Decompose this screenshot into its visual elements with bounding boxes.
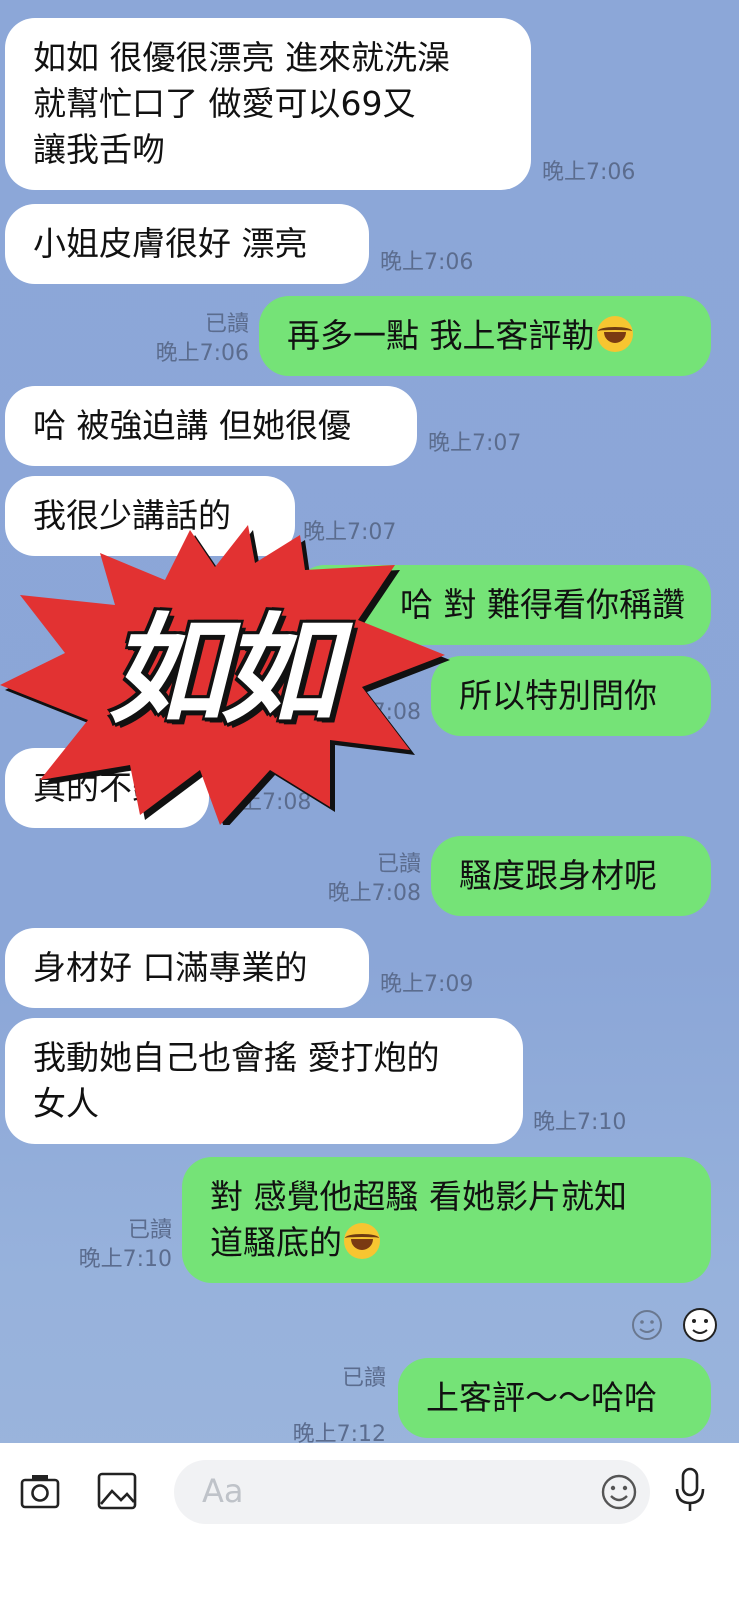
message-bubble-outgoing[interactable]: 再多一點 我上客評勒 bbox=[259, 296, 711, 376]
message-bubble-outgoing[interactable]: 對 感覺他超騷 看她影片就知 道騷底的 bbox=[182, 1157, 711, 1283]
message-line: 如如 很優很漂亮 進來就洗澡 bbox=[33, 38, 450, 77]
smiley-icon-graphic bbox=[601, 1474, 637, 1510]
message-bubble-incoming[interactable]: 我動她自己也會搖 愛打炮的 女人 bbox=[5, 1018, 523, 1144]
camera-icon-graphic bbox=[20, 1475, 60, 1509]
smiley-icon[interactable] bbox=[600, 1473, 638, 1515]
message-line: 就幫忙口了 做愛可以69又 bbox=[33, 84, 416, 123]
message-line: 上客評～～哈哈 bbox=[426, 1378, 657, 1417]
read-receipt: 已讀 bbox=[376, 852, 421, 877]
reaction-smiley-icon[interactable] bbox=[632, 1310, 662, 1340]
composer-toolbar: Aa bbox=[0, 1443, 739, 1600]
message-time: 晚上7:08 bbox=[327, 881, 421, 906]
reaction-row bbox=[589, 1300, 739, 1350]
message-bubble-outgoing[interactable]: 騷度跟身材呢 bbox=[431, 836, 711, 916]
message-time: 晚上7:06 bbox=[155, 341, 249, 366]
message-line: 所以特別問你 bbox=[459, 676, 657, 715]
message-bubble-incoming[interactable]: 哈 被強迫講 但她很優 bbox=[5, 386, 417, 466]
reaction-icons bbox=[632, 1308, 717, 1342]
message-time: 晚上7:06 bbox=[542, 160, 636, 185]
message-line: 我動她自己也會搖 愛打炮的 bbox=[33, 1038, 440, 1077]
message-time: 晚上7:09 bbox=[380, 972, 474, 997]
read-receipt: 已讀 bbox=[204, 312, 249, 337]
message-bubble-incoming[interactable]: 身材好 口滿專業的 bbox=[5, 928, 369, 1008]
message-line: 讓我舌吻 bbox=[33, 130, 165, 169]
message-line: 騷度跟身材呢 bbox=[459, 856, 657, 895]
message-input[interactable]: Aa bbox=[174, 1460, 650, 1524]
sticker-overlay: 如如 bbox=[0, 525, 450, 830]
message-time: 晚上7:07 bbox=[428, 431, 522, 456]
message-time: 晚上7:10 bbox=[533, 1110, 627, 1135]
mic-icon[interactable] bbox=[674, 1467, 706, 1517]
message-line: 哈 被強迫講 但她很優 bbox=[33, 406, 351, 445]
chat-area[interactable]: 如如 很優很漂亮 進來就洗澡 就幫忙口了 做愛可以69又 讓我舌吻 晚上7:06… bbox=[0, 0, 739, 1443]
image-icon-graphic bbox=[97, 1472, 137, 1510]
sticker-text: 如如 bbox=[107, 601, 338, 739]
message-time: 晚上7:10 bbox=[78, 1247, 172, 1272]
message-line: 女人 bbox=[33, 1084, 99, 1123]
message-bubble-outgoing[interactable]: 上客評～～哈哈 bbox=[398, 1358, 711, 1438]
mic-icon-graphic bbox=[675, 1467, 705, 1511]
message-line: 身材好 口滿專業的 bbox=[33, 948, 308, 987]
message-line: 對 感覺他超騷 看她影片就知 bbox=[210, 1177, 627, 1216]
image-icon[interactable] bbox=[97, 1471, 137, 1515]
sticker-face-icon[interactable] bbox=[683, 1308, 717, 1342]
message-bubble-incoming[interactable]: 如如 很優很漂亮 進來就洗澡 就幫忙口了 做愛可以69又 讓我舌吻 bbox=[5, 18, 531, 190]
laughing-emoji-icon bbox=[596, 316, 633, 352]
message-line: 再多一點 我上客評勒 bbox=[287, 316, 595, 355]
message-bubble-incoming[interactable]: 小姐皮膚很好 漂亮 bbox=[5, 204, 369, 284]
message-line: 小姐皮膚很好 漂亮 bbox=[33, 224, 308, 263]
read-receipt: 已讀 bbox=[341, 1366, 386, 1391]
message-time: 晚上7:12 bbox=[292, 1422, 386, 1443]
message-bubble-outgoing[interactable]: 所以特別問你 bbox=[431, 656, 711, 736]
read-receipt: 已讀 bbox=[127, 1218, 172, 1243]
message-time: 晚上7:06 bbox=[380, 250, 474, 275]
message-line: 道騷底的 bbox=[210, 1223, 342, 1262]
camera-icon[interactable] bbox=[20, 1471, 60, 1515]
message-input-placeholder: Aa bbox=[202, 1472, 244, 1510]
laughing-emoji-icon bbox=[344, 1223, 380, 1259]
